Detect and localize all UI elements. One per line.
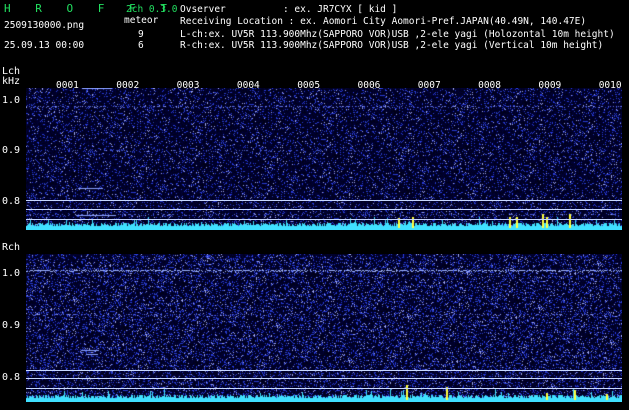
rch-description: R-ch:ex. UV5R 113.900Mhz(SAPPORO VOR)USB…	[180, 40, 604, 51]
lch-count: 9	[138, 29, 144, 40]
rch-tick-0-8: 0.8	[2, 372, 21, 383]
lch-tick-1-0: 1.0	[2, 95, 21, 106]
version-label: 2ch 0.3.0	[126, 4, 178, 15]
rch-marker-line-2	[26, 378, 622, 379]
lch-tick-0-8: 0.8	[2, 196, 21, 207]
rch-channel-label: Rch	[2, 242, 21, 253]
lch-marker-line-1	[26, 200, 622, 201]
rch-spectrogram	[26, 254, 622, 402]
lch-marker-line-2	[26, 209, 622, 210]
rch-count: 6	[138, 40, 144, 51]
lch-unit-label: kHz	[2, 76, 21, 87]
rch-tick-0-9: 0.9	[2, 320, 21, 331]
location-label: Receiving Location : ex. Aomori City Aom…	[180, 16, 587, 27]
datetime-label: 25.09.13 00:00	[4, 40, 85, 51]
lch-description: L-ch:ex. UV5R 113.900Mhz(SAPPORO VOR)USB…	[180, 29, 615, 40]
rch-marker-line-1	[26, 370, 622, 371]
rch-tick-1-0: 1.0	[2, 268, 21, 279]
lch-marker-line-3	[26, 219, 622, 220]
rch-marker-line-3	[26, 388, 622, 389]
rch-spectrogram-canvas	[26, 254, 622, 402]
filename-label: 2509130000.png	[4, 20, 85, 31]
lch-tick-0-9: 0.9	[2, 145, 21, 156]
event-type-label: meteor	[124, 15, 159, 26]
observer-label: Ovserver : ex. JR7CYX [ kid ]	[180, 4, 398, 15]
